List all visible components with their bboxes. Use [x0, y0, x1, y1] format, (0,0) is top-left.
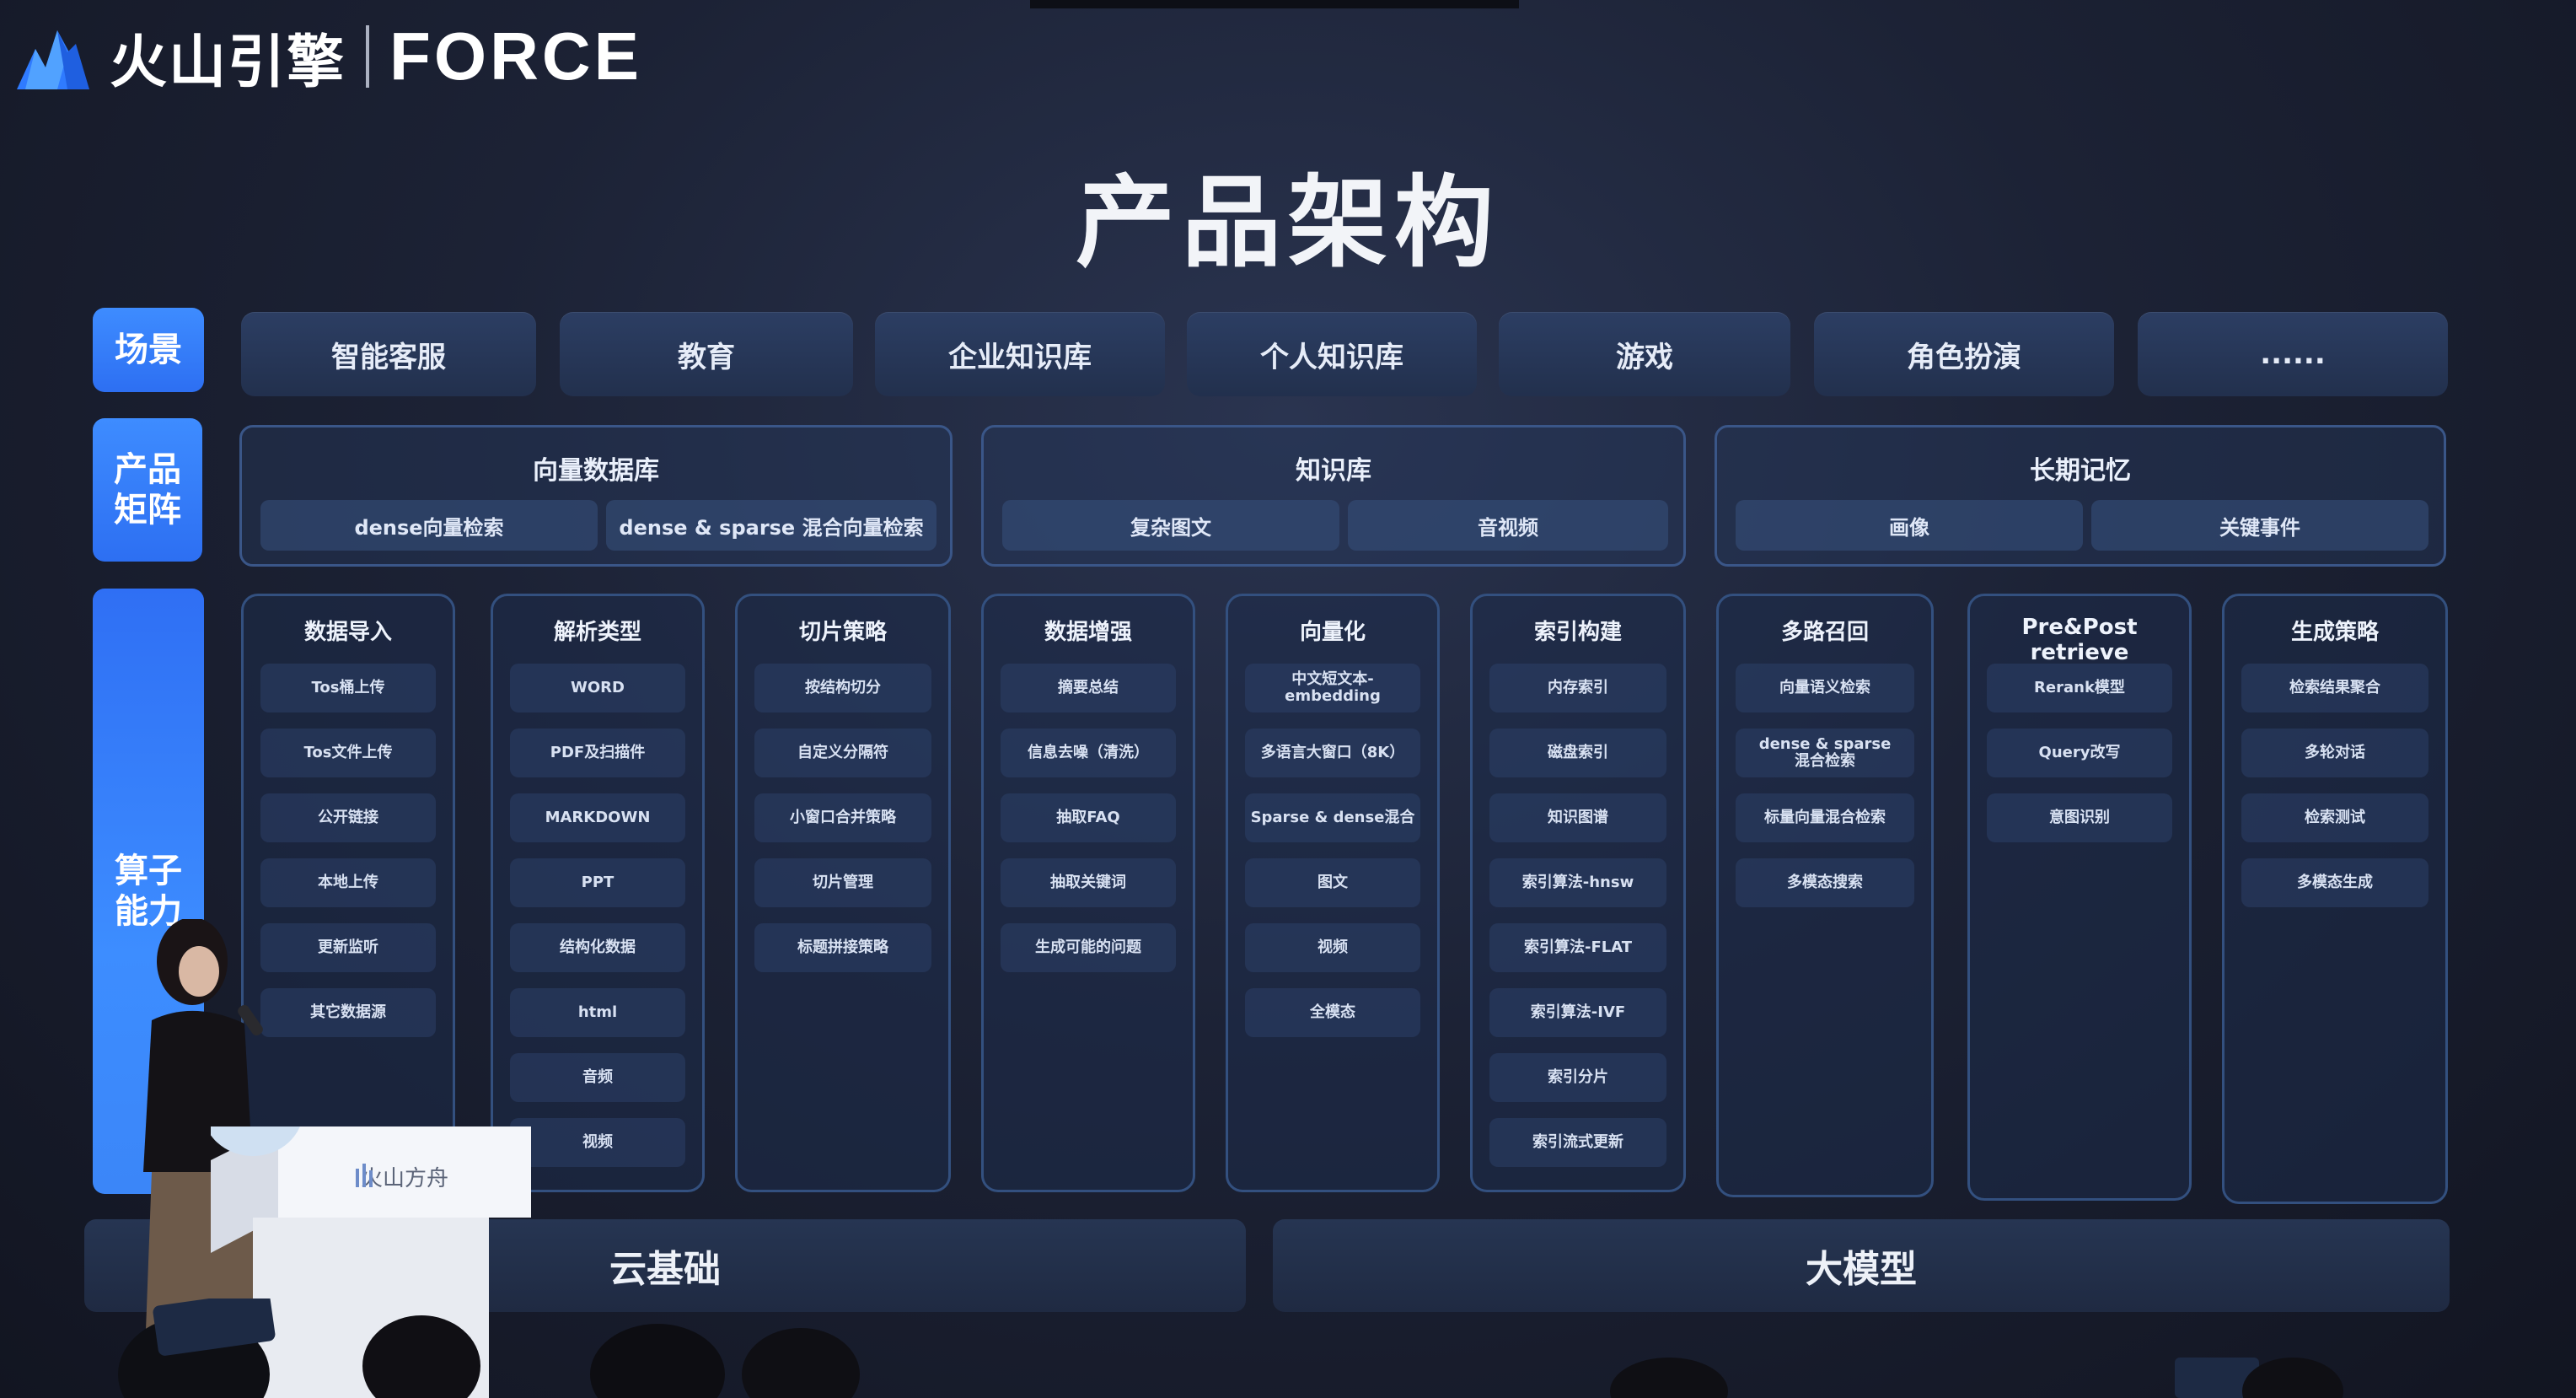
- operator-item: 生成可能的问题: [1001, 923, 1176, 972]
- matrix-sub-item: 复杂图文: [1002, 500, 1339, 551]
- operator-item: 索引分片: [1489, 1053, 1666, 1102]
- operator-item: 自定义分隔符: [754, 729, 931, 777]
- operator-column-title: 解析类型: [553, 620, 641, 645]
- podium-label: 火山方舟: [361, 1166, 448, 1191]
- matrix-sub-item: 关键事件: [2091, 500, 2428, 551]
- operator-column-title: Pre&Post retrieve: [2021, 615, 2138, 665]
- screen-top-bar: [1030, 0, 1519, 8]
- tag-scene: 场景: [93, 308, 204, 392]
- operator-item: 内存索引: [1489, 664, 1666, 712]
- operator-item: 其它数据源: [260, 988, 436, 1037]
- volcano-logo-icon: [17, 30, 89, 89]
- audience-foreground: [118, 1299, 2343, 1398]
- matrix-sub-item: 画像: [1736, 500, 2083, 551]
- operator-item: Rerank模型: [1987, 664, 2172, 712]
- operator-item: 意图识别: [1987, 793, 2172, 842]
- operator-item: Tos文件上传: [260, 729, 436, 777]
- operator-item: 多模态生成: [2241, 858, 2428, 907]
- operator-column: 多路召回向量语义检索 dense & sparse 混合检索 标量向量混合检索 多模态…: [1716, 594, 1934, 1197]
- operator-column: 切片策略按结构切分自定义分隔符 小窗口合并策略 切片管理标题拼接策略: [735, 594, 951, 1192]
- operator-item: Sparse & dense混合: [1245, 793, 1420, 842]
- operator-item: 索引算法-FLAT: [1489, 923, 1666, 972]
- matrix-title: 长期记忆: [2030, 456, 2131, 486]
- matrix-long-term-memory: 长期记忆 画像 关键事件: [1715, 425, 2446, 567]
- scene-item: 角色扮演: [1814, 312, 2114, 396]
- operator-column-title: 向量化: [1299, 620, 1366, 645]
- operator-column-title: 多路召回: [1780, 620, 1869, 645]
- operator-item: 摘要总结: [1001, 664, 1176, 712]
- scene-item: 个人知识库: [1187, 312, 1477, 396]
- operator-item: WORD: [510, 664, 685, 712]
- operator-item: 切片管理: [754, 858, 931, 907]
- operator-item: 更新监听: [260, 923, 436, 972]
- scene-item: 智能客服: [241, 312, 536, 396]
- operator-item: 全模态: [1245, 988, 1420, 1037]
- tag-product-matrix: 产品 矩阵: [93, 418, 202, 562]
- operator-item: Query改写: [1987, 729, 2172, 777]
- matrix-sub-item: dense向量检索: [260, 500, 598, 551]
- operator-item: 信息去噪（清洗）: [1001, 729, 1176, 777]
- matrix-sub-item: 音视频: [1348, 500, 1668, 551]
- scene-item: ......: [2138, 312, 2448, 396]
- operator-column: 向量化中文短文本- embedding 多语言大窗口（8K） Sparse & de…: [1226, 594, 1440, 1192]
- operator-item: 检索测试: [2241, 793, 2428, 842]
- operator-item: 按结构切分: [754, 664, 931, 712]
- scene-item: 企业知识库: [875, 312, 1165, 396]
- brand-divider: [366, 25, 370, 88]
- operator-item: 音频: [510, 1053, 685, 1102]
- operator-item: 公开链接: [260, 793, 436, 842]
- operator-column-title: 数据增强: [1044, 620, 1132, 645]
- operator-item: 抽取FAQ: [1001, 793, 1176, 842]
- scene-item: 教育: [560, 312, 853, 396]
- operator-item: 知识图谱: [1489, 793, 1666, 842]
- operator-item: 标量向量混合检索: [1736, 793, 1914, 842]
- operator-item: 索引算法-hnsw: [1489, 858, 1666, 907]
- page-title: 产品架构: [1075, 164, 1500, 281]
- operator-column: 解析类型 WORD PDF及扫描件 MARKDOWN PPT 结构化数据 html 音频视频: [491, 594, 705, 1192]
- brand-name-cn: 火山引擎: [110, 29, 346, 96]
- operator-item: html: [510, 988, 685, 1037]
- operator-column-title: 数据导入: [303, 620, 392, 645]
- operator-item: PPT: [510, 858, 685, 907]
- operator-item: PDF及扫描件: [510, 729, 685, 777]
- operator-item: 视频: [510, 1118, 685, 1167]
- operator-item: 向量语义检索: [1736, 664, 1914, 712]
- operator-item: 多模态搜索: [1736, 858, 1914, 907]
- brand-name-en: FORCE: [389, 19, 643, 94]
- operator-item: Tos桶上传: [260, 664, 436, 712]
- operator-item: 索引算法-IVF: [1489, 988, 1666, 1037]
- operator-column-title: 生成策略: [2290, 620, 2379, 645]
- operator-item: 抽取关键词: [1001, 858, 1176, 907]
- operator-item: 检索结果聚合: [2241, 664, 2428, 712]
- operator-item: 小窗口合并策略: [754, 793, 931, 842]
- operator-column-title: 切片策略: [798, 620, 887, 645]
- operator-column: Pre&Post retrieve Rerank模型 Query改写 意图识别: [1967, 594, 2192, 1201]
- operator-column: 索引构建内存索引磁盘索引知识图谱索引算法-hnsw 索引算法-FLAT 索引算法-I…: [1470, 594, 1686, 1192]
- operator-item: 多语言大窗口（8K）: [1245, 729, 1420, 777]
- matrix-sub-item: dense & sparse 混合向量检索: [606, 500, 936, 551]
- operator-item: 图文: [1245, 858, 1420, 907]
- operator-item: 磁盘索引: [1489, 729, 1666, 777]
- operator-item: 多轮对话: [2241, 729, 2428, 777]
- operator-column: 生成策略检索结果聚合 多轮对话检索测试多模态生成: [2222, 594, 2448, 1204]
- operator-item: 中文短文本- embedding: [1245, 664, 1420, 712]
- brand-header: 火山引擎 FORCE: [17, 10, 642, 103]
- operator-item: 视频: [1245, 923, 1420, 972]
- operator-column-title: 索引构建: [1533, 620, 1622, 645]
- operator-column: 数据增强摘要总结信息去噪（清洗） 抽取FAQ 抽取关键词生成可能的问题: [981, 594, 1195, 1192]
- operator-item: 结构化数据: [510, 923, 685, 972]
- matrix-vector-db: 向量数据库 dense向量检索 dense & sparse 混合向量检索: [239, 425, 953, 567]
- matrix-title: 向量数据库: [533, 456, 659, 486]
- operator-item: MARKDOWN: [510, 793, 685, 842]
- operator-item: dense & sparse 混合检索: [1736, 729, 1914, 777]
- operator-item: 标题拼接策略: [754, 923, 931, 972]
- matrix-title: 知识库: [1296, 456, 1371, 486]
- operator-item: 索引流式更新: [1489, 1118, 1666, 1167]
- matrix-knowledge-base: 知识库 复杂图文 音视频: [981, 425, 1686, 567]
- scene-item: 游戏: [1499, 312, 1790, 396]
- operator-item: 本地上传: [260, 858, 436, 907]
